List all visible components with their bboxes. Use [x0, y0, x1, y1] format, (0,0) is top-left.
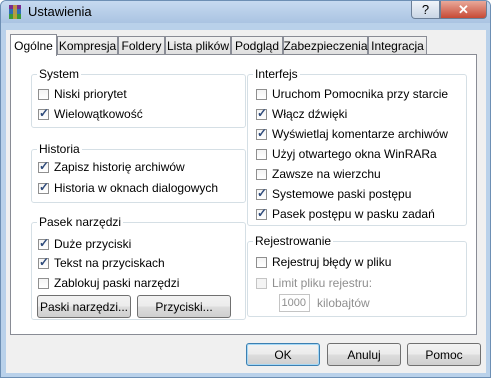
- system-group-label: System: [37, 67, 82, 81]
- checkbox-box[interactable]: [256, 206, 267, 220]
- checkbox-box[interactable]: [256, 277, 267, 289]
- system-group: System Niski priorytet Wielowątkowość: [31, 67, 246, 128]
- checkbox-box[interactable]: [256, 126, 267, 140]
- interface-group: Interfejs Uruchom Pomocnika przy starcie…: [247, 67, 467, 226]
- checkbox-label: Systemowe paski postępu: [272, 187, 412, 201]
- tab-compression[interactable]: Kompresja: [57, 36, 118, 55]
- checkbox-box[interactable]: [256, 106, 267, 120]
- help-button[interactable]: Pomoc: [407, 343, 481, 366]
- window-title: Ustawienia: [28, 4, 92, 19]
- show-archive-comments-checkbox[interactable]: Wyświetlaj komentarze archiwów: [256, 126, 448, 141]
- title-bar[interactable]: Ustawienia ? ✕: [1, 1, 490, 23]
- enable-sounds-checkbox[interactable]: Włącz dźwięki: [256, 106, 348, 121]
- checkbox-box[interactable]: [256, 186, 267, 200]
- dialog-history-checkbox[interactable]: Historia w oknach dialogowych: [38, 180, 219, 195]
- taskbar-progress-checkbox[interactable]: Pasek postępu w pasku zadań: [256, 206, 435, 221]
- checkbox-label: Zablokuj paski narzędzi: [54, 276, 180, 290]
- checkbox-label: Niski priorytet: [54, 87, 127, 101]
- toolbar-group: Pasek narzędzi Duże przyciski Tekst na p…: [31, 215, 246, 320]
- lock-toolbars-checkbox[interactable]: Zablokuj paski narzędzi: [38, 276, 179, 290]
- logging-group-label: Rejestrowanie: [253, 234, 334, 248]
- multithreading-checkbox[interactable]: Wielowątkowość: [38, 106, 143, 121]
- always-on-top-checkbox[interactable]: Zawsze na wierzchu: [256, 167, 381, 181]
- checkbox-label: Duże przyciski: [54, 237, 132, 251]
- checkbox-box[interactable]: [38, 255, 49, 269]
- tab-general[interactable]: Ogólne: [10, 34, 57, 56]
- buttons-button[interactable]: Przyciski...: [137, 295, 231, 318]
- checkbox-box[interactable]: [38, 106, 49, 120]
- checkbox-label: Włącz dźwięki: [272, 107, 348, 121]
- checkbox-label: Wielowątkowość: [54, 107, 143, 121]
- checkbox-box[interactable]: [38, 180, 49, 194]
- help-caption-button[interactable]: ?: [411, 1, 440, 19]
- settings-window: Ustawienia ? ✕ Ogólne Kompresja Foldery …: [0, 0, 491, 378]
- history-group-label: Historia: [37, 142, 82, 156]
- checkbox-box[interactable]: [256, 168, 267, 180]
- checkbox-box[interactable]: [256, 88, 267, 100]
- reuse-window-checkbox[interactable]: Użyj otwartego okna WinRARa: [256, 147, 437, 161]
- toolbars-button[interactable]: Paski narzędzi...: [37, 295, 131, 318]
- checkbox-label: Zapisz historię archiwów: [54, 160, 185, 174]
- start-wizard-checkbox[interactable]: Uruchom Pomocnika przy starcie: [256, 87, 448, 101]
- checkbox-box[interactable]: [38, 159, 49, 173]
- cancel-button[interactable]: Anuluj: [327, 343, 401, 366]
- large-buttons-checkbox[interactable]: Duże przyciski: [38, 236, 132, 251]
- checkbox-label: Zawsze na wierzchu: [272, 167, 381, 181]
- checkbox-label: Rejestruj błędy w pliku: [272, 255, 392, 269]
- tab-security[interactable]: Zabezpieczenia: [283, 36, 368, 55]
- tab-file-list[interactable]: Lista plików: [165, 36, 231, 55]
- log-limit-input[interactable]: 1000: [279, 294, 310, 312]
- checkbox-label: Uruchom Pomocnika przy starcie: [272, 87, 449, 101]
- checkbox-box[interactable]: [256, 148, 267, 160]
- log-size-limit-checkbox[interactable]: Limit pliku rejestru:: [256, 276, 372, 290]
- button-text-checkbox[interactable]: Tekst na przyciskach: [38, 255, 165, 270]
- save-archive-history-checkbox[interactable]: Zapisz historię archiwów: [38, 159, 185, 174]
- checkbox-box[interactable]: [38, 236, 49, 250]
- low-priority-checkbox[interactable]: Niski priorytet: [38, 87, 127, 101]
- tab-integration[interactable]: Integracja: [368, 36, 427, 55]
- ok-button[interactable]: OK: [246, 343, 320, 366]
- general-tab-panel: System Niski priorytet Wielowątkowość Hi…: [10, 54, 477, 335]
- checkbox-label: Pasek postępu w pasku zadań: [272, 207, 435, 221]
- checkbox-label: Historia w oknach dialogowych: [54, 181, 219, 195]
- logging-group: Rejestrowanie Rejestruj błędy w pliku Li…: [247, 234, 467, 317]
- checkbox-label: Wyświetlaj komentarze archiwów: [272, 127, 448, 141]
- tab-folders[interactable]: Foldery: [118, 36, 165, 55]
- system-progress-bars-checkbox[interactable]: Systemowe paski postępu: [256, 186, 412, 201]
- checkbox-box[interactable]: [38, 88, 49, 100]
- interface-group-label: Interfejs: [253, 67, 300, 81]
- toolbar-group-label: Pasek narzędzi: [37, 215, 124, 229]
- history-group: Historia Zapisz historię archiwów Histor…: [31, 142, 246, 203]
- checkbox-box[interactable]: [38, 277, 49, 289]
- checkbox-box[interactable]: [256, 256, 267, 268]
- close-button[interactable]: ✕: [440, 1, 487, 19]
- tab-preview[interactable]: Podgląd: [231, 36, 283, 55]
- winrar-app-icon: [9, 5, 21, 19]
- checkbox-label: Tekst na przyciskach: [54, 256, 165, 270]
- checkbox-label: Limit pliku rejestru:: [272, 276, 373, 290]
- log-errors-checkbox[interactable]: Rejestruj błędy w pliku: [256, 255, 391, 269]
- log-limit-unit: kilobajtów: [317, 296, 370, 310]
- checkbox-label: Użyj otwartego okna WinRARa: [272, 147, 437, 161]
